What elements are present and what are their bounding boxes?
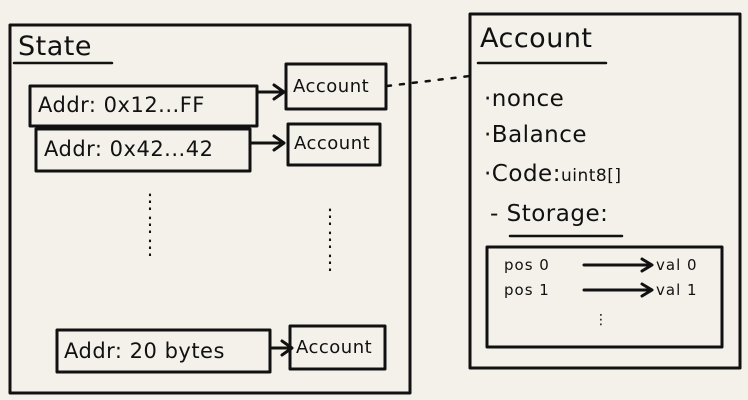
address-label-1: Addr: 0x12...FF xyxy=(38,93,205,117)
code-type: uint8[] xyxy=(560,166,622,186)
account-label-1: Account xyxy=(293,76,370,97)
account-label-2: Account xyxy=(294,133,371,154)
storage-value-1: val 1 xyxy=(656,281,698,299)
storage-value-0: val 0 xyxy=(656,256,698,274)
storage-key-1: pos 1 xyxy=(504,281,550,299)
diagram-canvas: State Addr: 0x12...FF Account Addr: 0x42… xyxy=(0,0,748,400)
nonce-field: ·nonce xyxy=(484,86,565,112)
storage-key-0: pos 0 xyxy=(504,256,550,274)
account-title: Account xyxy=(480,23,593,54)
code-field: ·Code:uint8[] xyxy=(484,161,622,187)
storage-field: - Storage: xyxy=(490,201,609,227)
state-title: State xyxy=(18,31,92,62)
balance-field: ·Balance xyxy=(484,122,588,148)
dashed-connector xyxy=(385,74,472,88)
address-label-2: Addr: 0x42...42 xyxy=(44,137,214,161)
account-label-3: Account xyxy=(296,337,373,358)
state-ellipsis-left: ⋮ ⋮ ⋮ xyxy=(140,189,161,259)
address-label-3: Addr: 20 bytes xyxy=(64,339,225,363)
state-ellipsis-right: ⋮ ⋮ ⋮ xyxy=(320,204,341,274)
storage-ellipsis: ⋮ xyxy=(594,312,609,328)
